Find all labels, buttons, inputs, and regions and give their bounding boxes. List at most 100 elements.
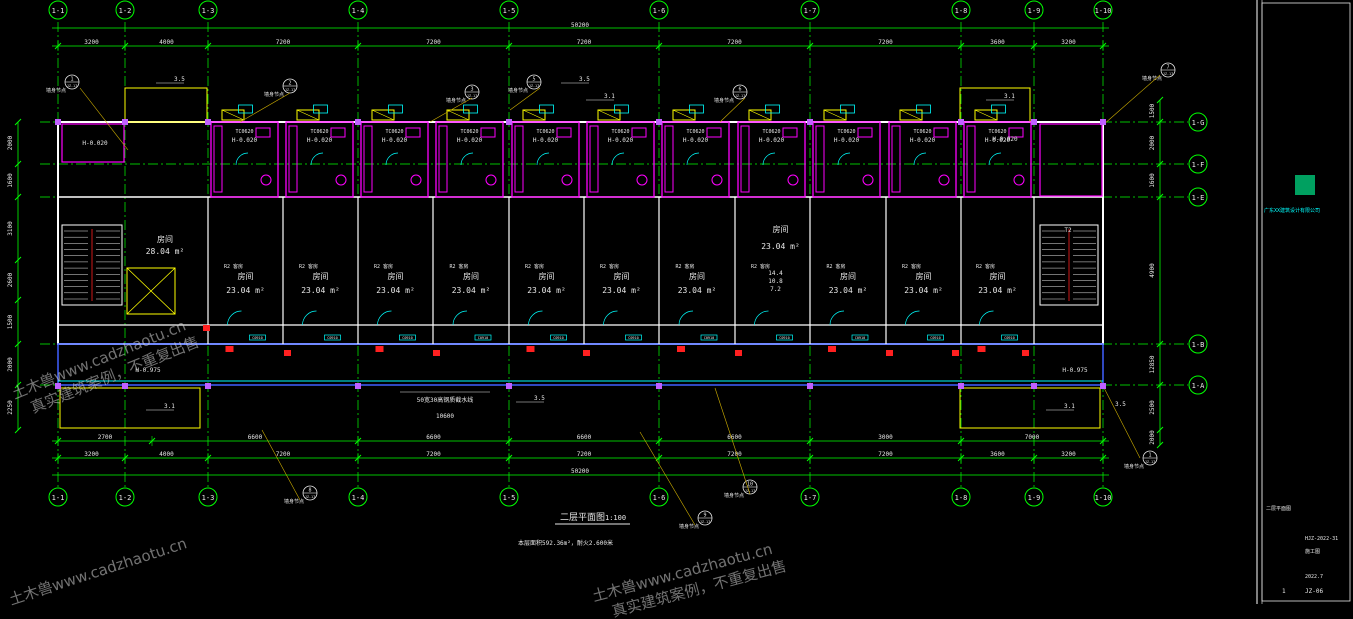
grid-label-bottom-7: 1-7: [804, 494, 817, 502]
stair-room-area: 28.04 m²: [146, 247, 185, 256]
right-dim-label-2: 1600: [1149, 173, 1156, 188]
bath-tag-4: TC0620: [536, 129, 554, 135]
bath-level-2: H-0.020: [382, 137, 408, 144]
drawing-no-cell: JZ-06: [1305, 588, 1323, 595]
bottom-dim-label-6: 7200: [878, 451, 893, 458]
callout-number-9: 1: [1148, 453, 1151, 459]
callout-sheet-1: JZ-17: [285, 88, 296, 92]
bottom-dim-label-3: 7200: [426, 451, 441, 458]
bottom-subdim-label-6: 7000: [1025, 434, 1040, 441]
bath-tag-3: TC0620: [460, 129, 478, 135]
top-dim-label-4: 7200: [577, 39, 592, 46]
column-marker-2: [205, 383, 211, 389]
grid-label-bottom-10: 1-10: [1095, 494, 1112, 502]
callout-sheet-8: JZ-17: [745, 489, 756, 493]
room-area-top-7: 23.04 m²: [761, 242, 800, 251]
bath-level-5: H-0.020: [608, 137, 634, 144]
callout-label-3: 墙身节点: [508, 87, 528, 94]
bath-level-0: H-0.020: [232, 137, 258, 144]
callout-number-7: 9: [703, 513, 706, 519]
project-no-cell: HJZ-2022-31: [1305, 536, 1338, 542]
grid-label-bottom-6: 1-6: [653, 494, 666, 502]
row-label-2: 1-E: [1192, 194, 1205, 202]
bottom-subdim-label-2: 6600: [426, 434, 441, 441]
callout-label-7: 墙身节点: [679, 523, 699, 530]
slope-label-6: 3.1: [1004, 93, 1015, 100]
callout-sheet-6: JZ-17: [305, 495, 316, 499]
row-label-3: 1-B: [1192, 341, 1205, 349]
bottom-dim-label-8: 3200: [1061, 451, 1076, 458]
left-dim-label-0: 2000: [7, 135, 14, 150]
bath-tag-10: TC0620: [988, 129, 1006, 135]
room-tag-10: R2 客房: [976, 263, 995, 270]
stair-tag: T2: [1064, 227, 1072, 234]
red-marker-2: [375, 346, 384, 352]
room-tag-6: R2 客房: [675, 263, 694, 270]
column-marker-9: [1100, 383, 1106, 389]
right-toilet-level: H-0.020: [992, 136, 1018, 143]
bottom-dim-label-5: 7200: [727, 451, 742, 458]
callout-label-0: 墙身节点: [46, 87, 66, 94]
room-label-2: 房间: [388, 271, 404, 281]
room-label-8: 房间: [840, 271, 856, 281]
bottom-dim-label-2: 7200: [276, 451, 291, 458]
bath-tag-7: TC0620: [762, 129, 780, 135]
grid-label-top-10: 1-10: [1095, 7, 1112, 15]
column-top-2: [205, 119, 211, 125]
callout-sheet-5: JZ-17: [1163, 72, 1174, 76]
left-dim-label-3: 2600: [7, 272, 14, 287]
corridor-red-0: [203, 325, 210, 331]
grid-label-top-7: 1-7: [804, 7, 817, 15]
right-dim-label-0: 1500: [1149, 103, 1156, 118]
window-label-6: C0910: [704, 336, 715, 340]
bottom-subdim-label-1: 6600: [248, 434, 263, 441]
grid-label-bottom-8: 1-8: [955, 494, 968, 502]
room-tag-1: R2 客房: [299, 263, 318, 270]
company-name: 广东XX建筑设计有限公司: [1264, 207, 1320, 214]
column-marker-4: [506, 383, 512, 389]
column-top-4: [506, 119, 512, 125]
top-dim-label-3: 7200: [426, 39, 441, 46]
callout-sheet-2: JZ-17: [467, 94, 478, 98]
room-label-3: 房间: [463, 271, 479, 281]
room-area-2: 23.04 m²: [376, 286, 415, 295]
bath-level-3: H-0.020: [457, 137, 483, 144]
grid-label-bottom-5: 1-5: [503, 494, 516, 502]
grid-label-bottom-9: 1-9: [1028, 494, 1041, 502]
row-label-1: 1-F: [1192, 161, 1205, 169]
bath-level-6: H-0.020: [683, 137, 709, 144]
date-cell: 2022.7: [1305, 574, 1323, 580]
room-tag-2: R2 客房: [374, 263, 393, 270]
bath-level-7: H-0.020: [759, 137, 785, 144]
room-label-5: 房间: [614, 271, 630, 281]
column-top-6: [807, 119, 813, 125]
floor-plan-drawing: 1-1 1-1 1-2 1-2 1-3 1-3 1-4 1-4 1-5 1-5 1-6 1-6 1-7 1…: [0, 0, 1353, 619]
corridor-level-right: H-0.975: [1062, 367, 1088, 374]
corridor-red-2: [433, 350, 440, 356]
bath-tag-1: TC0620: [310, 129, 328, 135]
sheet-border: [0, 0, 1353, 619]
corridor-red-3: [583, 350, 590, 356]
room-number-2: 7.2: [770, 286, 781, 293]
room-number-0: 14.4: [768, 270, 783, 277]
row-label-0: 1-G: [1192, 119, 1205, 127]
corridor-length: 10600: [436, 413, 454, 420]
corridor-red-7: [1022, 350, 1029, 356]
top-dim-label-5: 7200: [727, 39, 742, 46]
left-dim-label-4: 1500: [7, 314, 14, 329]
window-label-1: C0910: [327, 336, 338, 340]
bath-tag-9: TC0620: [913, 129, 931, 135]
total-dim-top-label: 50200: [571, 22, 589, 29]
bottom-subdim-label-4: 6600: [727, 434, 742, 441]
bottom-dim-label-0: 3200: [84, 451, 99, 458]
slope-label-1: 3.5: [534, 395, 545, 402]
grid-label-top-6: 1-6: [653, 7, 666, 15]
red-marker-8: [828, 346, 836, 352]
window-label-8: C0910: [855, 336, 866, 340]
room-label-0: 房间: [238, 271, 254, 281]
top-dim-label-6: 7200: [878, 39, 893, 46]
column-marker-7: [958, 383, 964, 389]
top-dim-label-2: 7200: [276, 39, 291, 46]
bottom-subdim-label-3: 6600: [577, 434, 592, 441]
grid-label-top-1: 1-1: [52, 7, 65, 15]
